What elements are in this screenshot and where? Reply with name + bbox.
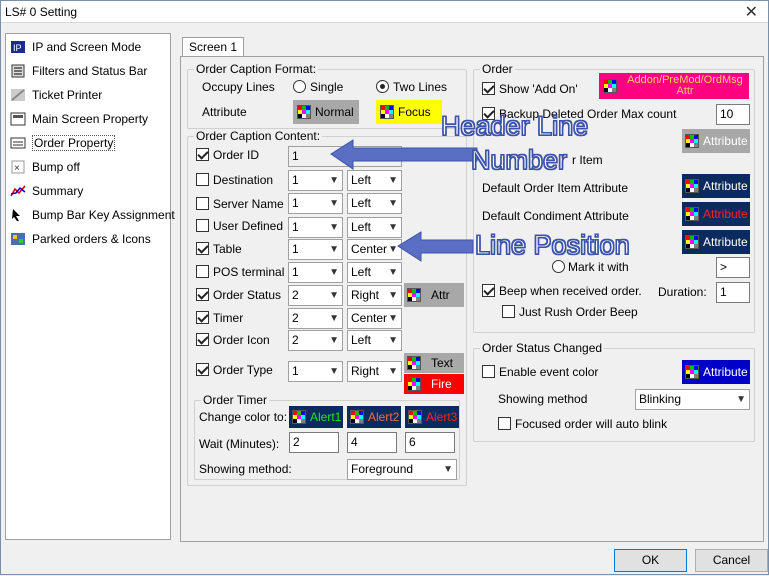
settings-window: LS# 0 Setting ✕ IP IP and Screen Mode Fi…	[0, 0, 769, 575]
line-position-arrow	[397, 231, 474, 262]
annotation-arrows	[330, 139, 478, 262]
number-callout: Number	[470, 144, 568, 175]
header-line-arrow	[330, 139, 478, 170]
header-line-callout: Header Line	[440, 110, 589, 141]
line-position-callout: Line Position	[474, 229, 630, 260]
